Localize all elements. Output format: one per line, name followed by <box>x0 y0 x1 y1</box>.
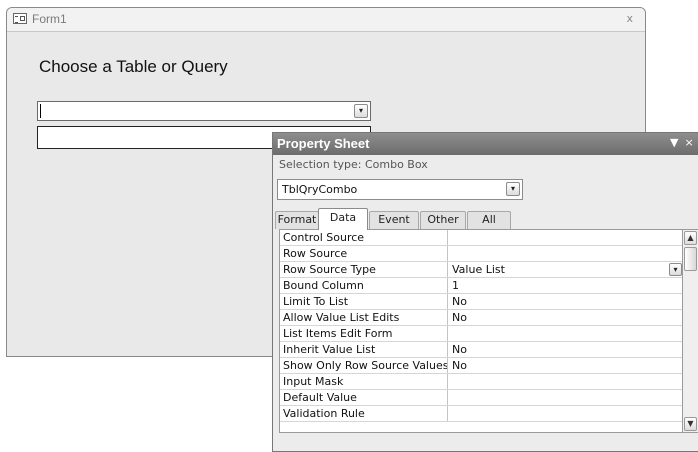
table-row[interactable]: Validation Rule <box>280 406 682 422</box>
chevron-down-icon[interactable]: ▾ <box>354 104 368 118</box>
object-selector-combo[interactable]: TblQryCombo ▾ <box>277 179 523 200</box>
form-titlebar[interactable]: Form1 x <box>7 8 645 32</box>
table-row[interactable]: Row Source <box>280 246 682 262</box>
property-name: Row Source Type <box>280 262 448 277</box>
property-name: Allow Value List Edits <box>280 310 448 325</box>
property-name: Control Source <box>280 230 448 245</box>
choose-table-label: Choose a Table or Query <box>39 57 228 76</box>
property-sheet-title: Property Sheet <box>277 136 370 151</box>
property-value[interactable] <box>448 390 682 405</box>
property-name: Inherit Value List <box>280 342 448 357</box>
scroll-thumb[interactable] <box>684 247 697 271</box>
table-row[interactable]: Control Source <box>280 230 682 246</box>
property-value[interactable]: No <box>448 294 682 309</box>
property-value[interactable] <box>448 406 682 421</box>
form-title: Form1 <box>32 12 67 26</box>
property-value[interactable]: No <box>448 358 682 373</box>
menu-arrow-icon[interactable]: ▼ <box>670 136 678 149</box>
object-selector-value: TblQryCombo <box>282 183 358 196</box>
property-value[interactable] <box>448 326 682 341</box>
table-row[interactable]: Show Only Row Source Values No <box>280 358 682 374</box>
property-grid: Control Source Row Source Row Source Typ… <box>279 229 683 433</box>
scroll-down-icon[interactable]: ▼ <box>684 417 697 431</box>
property-value-text: Value List <box>452 263 505 276</box>
chevron-down-icon[interactable]: ▾ <box>669 263 682 276</box>
table-row[interactable]: Bound Column 1 <box>280 278 682 294</box>
table-row[interactable]: Allow Value List Edits No <box>280 310 682 326</box>
property-sheet-titlebar[interactable]: Property Sheet ▼ × <box>273 133 698 155</box>
table-row[interactable]: Limit To List No <box>280 294 682 310</box>
property-name: Show Only Row Source Values <box>280 358 448 373</box>
property-value[interactable] <box>448 246 682 261</box>
property-name: Limit To List <box>280 294 448 309</box>
selection-type-label: Selection type: Combo Box <box>279 158 428 171</box>
form-view-icon <box>13 13 27 24</box>
property-name: Default Value <box>280 390 448 405</box>
property-name: Bound Column <box>280 278 448 293</box>
property-sheet: Property Sheet ▼ × Selection type: Combo … <box>272 132 698 452</box>
property-value[interactable]: No <box>448 342 682 357</box>
table-row[interactable]: Input Mask <box>280 374 682 390</box>
property-value[interactable]: No <box>448 310 682 325</box>
property-value[interactable] <box>448 230 682 245</box>
tab-all[interactable]: All <box>467 211 511 229</box>
table-query-combo[interactable]: ▾ <box>37 101 371 121</box>
table-row[interactable]: Row Source Type Value List ▾ <box>280 262 682 278</box>
property-name: Validation Rule <box>280 406 448 421</box>
property-value[interactable]: 1 <box>448 278 682 293</box>
property-name: List Items Edit Form <box>280 326 448 341</box>
property-name: Input Mask <box>280 374 448 389</box>
tab-other[interactable]: Other <box>420 211 466 229</box>
text-caret <box>40 104 41 118</box>
property-value[interactable] <box>448 374 682 389</box>
close-icon[interactable]: x <box>626 12 633 25</box>
scroll-up-icon[interactable]: ▲ <box>684 231 697 245</box>
property-sheet-tools: ▼ × <box>670 136 698 149</box>
table-row[interactable]: List Items Edit Form <box>280 326 682 342</box>
close-icon[interactable]: × <box>684 136 693 149</box>
table-row[interactable]: Inherit Value List No <box>280 342 682 358</box>
property-name: Row Source <box>280 246 448 261</box>
tab-format[interactable]: Format <box>275 211 319 229</box>
tab-event[interactable]: Event <box>369 211 419 229</box>
property-value-dropdown[interactable]: Value List ▾ <box>448 262 682 277</box>
tab-data[interactable]: Data <box>318 208 368 230</box>
table-row[interactable]: Default Value <box>280 390 682 406</box>
chevron-down-icon[interactable]: ▾ <box>506 182 520 196</box>
vertical-scrollbar[interactable]: ▲ ▼ <box>683 229 698 433</box>
